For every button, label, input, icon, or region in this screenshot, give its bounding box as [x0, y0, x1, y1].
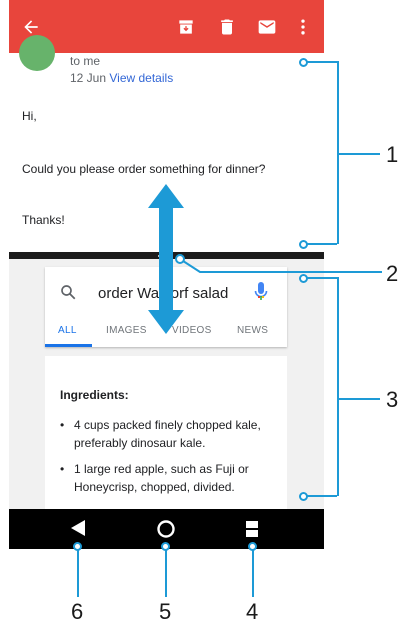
email-date: 12 Jun — [70, 71, 107, 85]
callout-3-dot-bottom — [299, 492, 308, 501]
callout-6-dot — [73, 542, 82, 551]
view-details-link[interactable]: View details — [109, 71, 173, 85]
callout-2-leader — [175, 254, 382, 273]
callout-6-number: 6 — [71, 599, 84, 624]
email-message: Could you please order something for din… — [22, 162, 266, 176]
ingredient-text: 1 large red apple, such as Fuji or Honey… — [74, 462, 249, 494]
arrow-back-icon — [24, 20, 38, 34]
email-signoff: Thanks! — [22, 213, 65, 227]
callout-3-bracket-top — [304, 277, 337, 279]
callout-4-leader — [252, 547, 254, 597]
bullet: • — [60, 418, 65, 432]
callout-1-dot-top — [299, 58, 308, 67]
bullet: • — [60, 462, 65, 476]
email-toolbar — [9, 0, 324, 53]
delete-button[interactable] — [212, 12, 242, 42]
sender-avatar — [19, 35, 55, 71]
callout-1-dot-bottom — [299, 240, 308, 249]
more-options-button[interactable] — [288, 12, 318, 42]
tab-all[interactable]: ALL — [58, 325, 77, 336]
callout-1-bracket-bottom — [304, 243, 337, 245]
ingredient-item: • 1 large red apple, such as Fuji or Hon… — [60, 460, 280, 496]
tab-news[interactable]: NEWS — [237, 325, 268, 336]
ingredient-text: 4 cups packed finely chopped kale, prefe… — [74, 418, 261, 450]
email-date-line: 12 Jun View details — [70, 71, 173, 85]
search-icon[interactable] — [59, 283, 77, 301]
active-tab-indicator — [45, 344, 92, 347]
callout-4-number: 4 — [246, 599, 259, 624]
recents-icon[interactable] — [245, 520, 259, 538]
ingredients-heading: Ingredients: — [60, 388, 129, 402]
email-greeting: Hi, — [22, 109, 37, 123]
archive-button[interactable] — [171, 12, 201, 42]
back-triangle-icon[interactable] — [70, 519, 86, 537]
callout-4-dot — [248, 542, 257, 551]
archive-icon — [179, 20, 193, 34]
mail-icon — [258, 20, 276, 34]
callout-5-number: 5 — [159, 599, 172, 624]
callout-5-dot — [161, 542, 170, 551]
recipient-label: to me — [70, 54, 101, 68]
callout-6-leader — [77, 547, 79, 597]
home-circle-icon[interactable] — [156, 519, 176, 539]
microphone-icon[interactable] — [253, 281, 269, 303]
callout-1-leader — [339, 153, 380, 155]
callout-3-bracket-vertical — [337, 277, 339, 496]
callout-5-leader — [165, 547, 167, 597]
callout-1-bracket-top — [304, 61, 337, 63]
ingredient-item: • 4 cups packed finely chopped kale, pre… — [60, 416, 280, 452]
callout-3-dot-top — [299, 274, 308, 283]
callout-3-number: 3 — [386, 387, 399, 412]
mail-button[interactable] — [252, 12, 282, 42]
callout-1-number: 1 — [386, 142, 399, 167]
callout-3-leader — [339, 398, 380, 400]
tab-images[interactable]: IMAGES — [106, 325, 147, 336]
callout-2-number: 2 — [386, 261, 399, 286]
more-vert-icon — [301, 19, 305, 35]
callout-3-bracket-bottom — [304, 495, 337, 497]
trash-icon — [221, 19, 233, 35]
